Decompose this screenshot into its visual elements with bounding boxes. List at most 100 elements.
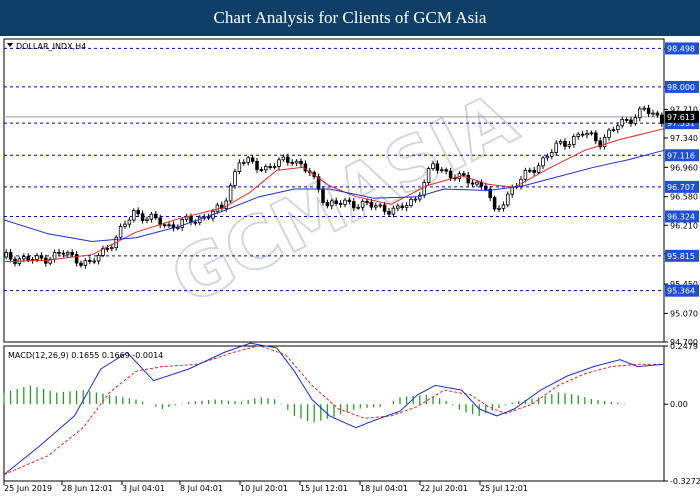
candle-body (501, 204, 506, 209)
candle-body (594, 132, 598, 142)
candle-body (347, 199, 352, 202)
candle-body (281, 156, 286, 161)
candle-body (563, 141, 567, 147)
x-tick-label: 25 Jul 12:01 (480, 484, 528, 493)
candle-body (475, 181, 479, 185)
candle-body (431, 163, 435, 169)
symbol-label: DOLLAR_INDX,H4 (16, 42, 86, 51)
candle-body (444, 169, 448, 172)
candle-body (484, 185, 488, 190)
candle-body (277, 159, 281, 167)
candle-body (607, 129, 611, 138)
candle-body (338, 203, 343, 205)
candle-body (206, 216, 211, 219)
main-y-tick-label: 96.960 (670, 163, 698, 172)
candle-body (580, 133, 585, 136)
candle-body (57, 252, 61, 254)
candle-body (61, 252, 66, 255)
candle-body (387, 210, 391, 215)
candle-body (193, 221, 198, 224)
candle-body (611, 129, 616, 132)
candle-body (660, 114, 664, 124)
candle-body (426, 168, 431, 183)
candle-body (268, 166, 272, 168)
x-tick-label: 25 Jun 2019 (4, 484, 52, 493)
candle-body (409, 198, 413, 206)
candle-body (422, 182, 426, 196)
candle-body (4, 252, 8, 258)
candle-body (616, 125, 620, 131)
candle-body (83, 260, 88, 266)
candle-body (118, 226, 123, 238)
candle-body (272, 166, 277, 168)
candle-body (105, 247, 110, 250)
candle-body (294, 160, 299, 164)
candle-body (567, 144, 572, 147)
candle-body (92, 260, 96, 263)
x-tick-label: 15 Jul 12:01 (300, 484, 348, 493)
candle-body (572, 136, 576, 145)
candle-body (576, 133, 580, 137)
candle-body (382, 204, 387, 212)
candle-body (655, 112, 660, 116)
candle-body (167, 224, 171, 227)
candle-body (259, 169, 264, 171)
candle-body (550, 152, 554, 157)
candle-body (638, 108, 642, 119)
level-tag-label: 97.116 (667, 151, 695, 160)
candle-body (633, 117, 638, 124)
candle-body (400, 205, 404, 209)
candle-body (528, 169, 532, 172)
candle-body (264, 166, 268, 171)
candle-body (70, 252, 74, 255)
level-tag-label: 98.000 (667, 83, 695, 92)
x-tick-label: 28 Jun 12:01 (62, 484, 113, 493)
candle-body (180, 219, 184, 228)
candle-body (321, 189, 325, 203)
candle-body (140, 213, 145, 221)
candle-body (334, 200, 338, 204)
candle-body (176, 227, 180, 229)
x-tick-label: 22 Jul 20:01 (420, 484, 468, 493)
main-y-tick-label: 95.070 (670, 309, 698, 318)
candle-body (374, 205, 378, 208)
candle-body (365, 200, 369, 203)
candle-body (378, 204, 382, 207)
candle-body (228, 185, 233, 202)
candle-body (506, 193, 510, 206)
candle-body (536, 165, 541, 173)
candle-body (448, 170, 453, 179)
candle-body (79, 262, 83, 266)
candle-body (215, 204, 220, 212)
candle-body (286, 156, 290, 163)
candle-body (352, 201, 356, 209)
candle-body (396, 205, 400, 209)
x-tick-label: 8 Jul 04:01 (180, 484, 223, 493)
level-tag-label: 96.324 (667, 212, 695, 221)
candle-body (88, 260, 92, 262)
candle-body (435, 163, 440, 171)
candle-body (651, 112, 655, 115)
candle-body (404, 205, 409, 209)
candle-body (136, 210, 140, 215)
candle-body (52, 252, 57, 260)
candle-body (343, 199, 347, 205)
macd-label: MACD(12,26,9) 0.1655 0.1669 -0.0014 (8, 351, 163, 360)
candle-body (255, 160, 259, 170)
candle-body (290, 161, 294, 164)
candle-body (154, 213, 158, 219)
candle-body (620, 119, 624, 127)
candle-body (462, 173, 466, 176)
candle-body (466, 174, 470, 184)
candle-body (629, 119, 633, 124)
candle-body (132, 210, 136, 221)
candle-body (585, 132, 589, 136)
x-tick-label: 3 Jul 04:01 (122, 484, 165, 493)
candle-body (127, 219, 132, 225)
candle-body (246, 157, 250, 163)
candle-body (492, 197, 497, 210)
candle-body (96, 254, 101, 262)
candle-body (149, 213, 154, 220)
candle-body (242, 161, 246, 164)
candle-body (299, 160, 303, 165)
